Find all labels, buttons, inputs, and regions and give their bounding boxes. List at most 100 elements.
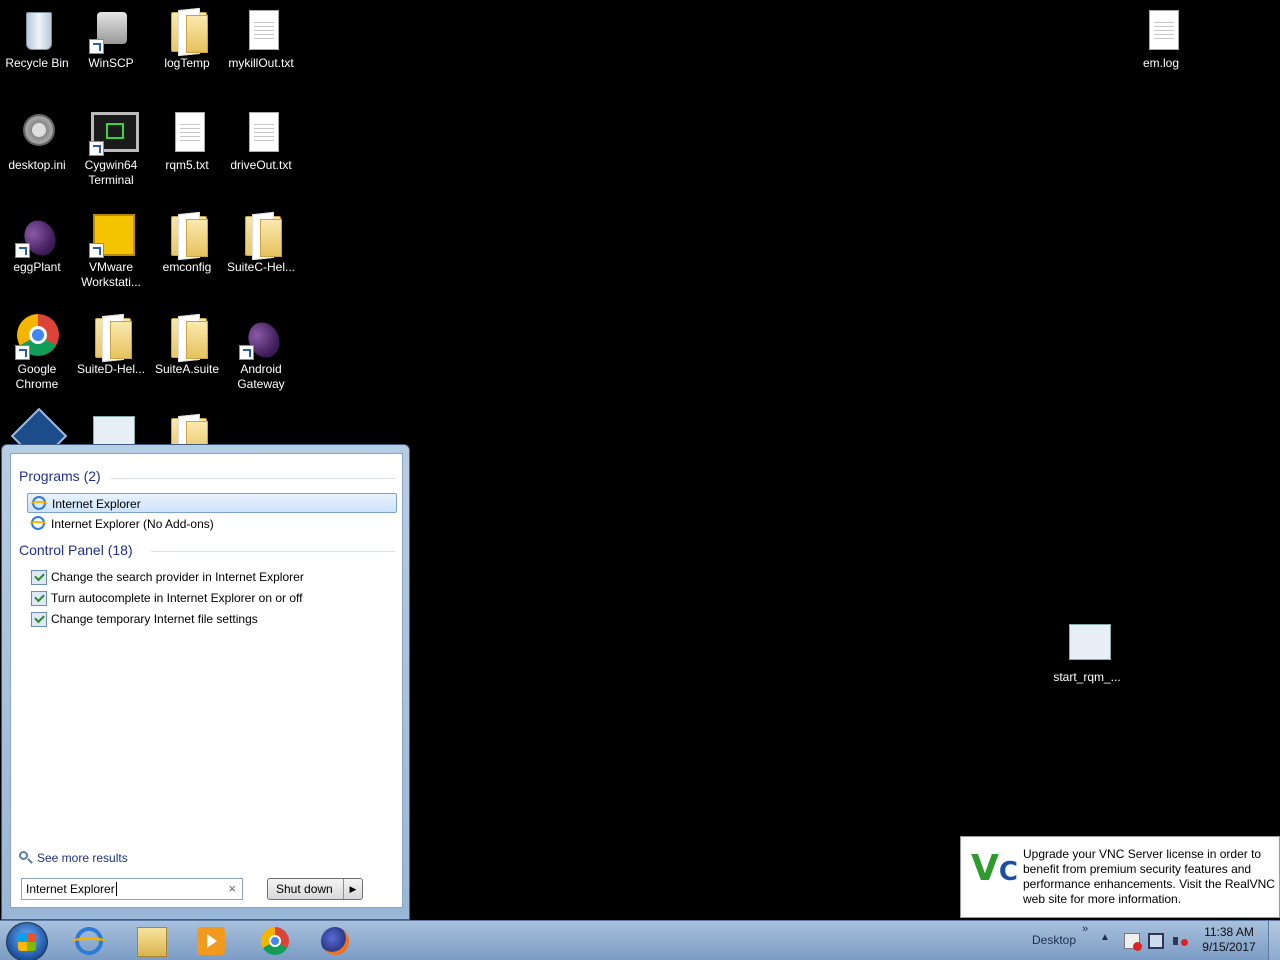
show-hidden-icons-icon[interactable]: ▲ <box>1100 932 1110 943</box>
search-value: Internet Explorer <box>26 882 115 896</box>
settings-file-icon <box>1063 620 1111 668</box>
system-clock[interactable]: 11:38 AM 9/15/2017 <box>1196 925 1262 955</box>
vnc-message: Upgrade your VNC Server license in order… <box>1023 847 1275 906</box>
control-panel-item-autocomplete[interactable]: Turn autocomplete in Internet Explorer o… <box>27 588 397 608</box>
control-panel-item-search-provider[interactable]: Change the search provider in Internet E… <box>27 567 397 587</box>
desktop-icon-label: Cygwin64 Terminal <box>84 158 138 187</box>
control-panel-label: Change temporary Internet file settings <box>51 612 258 626</box>
media-player-icon <box>197 927 225 955</box>
chrome-icon <box>13 312 61 360</box>
desktop-icon-winscp[interactable]: WinSCP <box>74 6 148 71</box>
taskbar-firefox[interactable] <box>308 923 362 959</box>
control-panel-icon <box>31 570 47 585</box>
program-label: Internet Explorer (No Add-ons) <box>51 517 214 531</box>
desktop-icon-label: SuiteC-Hel... <box>226 260 296 274</box>
control-panel-item-temp-files[interactable]: Change temporary Internet file settings <box>27 609 397 629</box>
start-menu-results: Programs (2) Internet Explorer Internet … <box>10 453 403 908</box>
eggplant-icon <box>13 210 62 261</box>
shutdown-button[interactable]: Shut down ▶ <box>267 878 363 900</box>
desktop-icon-label: Google Chrome <box>15 362 59 391</box>
folder-icon <box>87 312 135 360</box>
program-internet-explorer-no-addons[interactable]: Internet Explorer (No Add-ons) <box>27 514 397 534</box>
chrome-icon <box>261 927 289 955</box>
desktop-icon-label: driveOut.txt <box>230 158 292 172</box>
desktop-icon-label: VMware Workstati... <box>81 260 141 289</box>
see-more-results-link[interactable]: See more results <box>19 851 128 865</box>
desktop-icon-logtemp[interactable]: logTemp <box>150 6 224 71</box>
desktop-icon-label: desktop.ini <box>8 158 66 172</box>
folder-icon <box>163 6 211 54</box>
shutdown-options-arrow-icon[interactable]: ▶ <box>343 879 362 899</box>
winscp-icon <box>87 6 135 54</box>
start-menu: Programs (2) Internet Explorer Internet … <box>1 444 410 920</box>
desktop-icon-start-rqm[interactable]: start_rqm_... <box>1050 620 1124 685</box>
desktop-icon-mykillout[interactable]: mykillOut.txt <box>224 6 298 71</box>
desktop-icon-vmware[interactable]: VMware Workstati... <box>74 210 148 290</box>
network-icon[interactable] <box>1148 933 1164 949</box>
show-desktop-button[interactable] <box>1268 921 1280 960</box>
desktop-icon-android-gateway[interactable]: Android Gateway <box>224 312 298 392</box>
desktop-icon-label: eggPlant <box>13 260 61 274</box>
taskbar-media-player[interactable] <box>184 923 238 959</box>
desktop-icon-emconfig[interactable]: emconfig <box>150 210 224 275</box>
windows-logo-icon <box>18 933 36 951</box>
folder-icon <box>163 312 211 360</box>
clock-date: 9/15/2017 <box>1202 940 1256 954</box>
desktop-icon-desktop-ini[interactable]: desktop.ini <box>0 108 74 173</box>
desktop-icon-driveout[interactable]: driveOut.txt <box>224 108 298 173</box>
taskbar-internet-explorer[interactable] <box>62 923 116 959</box>
control-panel-label: Change the search provider in Internet E… <box>51 570 304 584</box>
control-panel-icon <box>31 591 47 606</box>
realvnc-logo-icon: VC <box>971 848 1018 889</box>
program-label: Internet Explorer <box>52 497 141 511</box>
desktop-icon-eggplant[interactable]: eggPlant <box>0 210 74 275</box>
see-more-label: See more results <box>37 851 128 865</box>
desktop-icon-suited[interactable]: SuiteD-Hel... <box>74 312 148 377</box>
desktop-icon-recycle-bin[interactable]: Recycle Bin <box>0 6 74 71</box>
volume-muted-icon[interactable] <box>1172 933 1188 949</box>
settings-file-icon <box>13 108 61 156</box>
text-file-icon <box>237 108 285 156</box>
desktop-icon-label: SuiteA.suite <box>154 362 220 376</box>
desktop-icon-label: SuiteD-Hel... <box>76 362 146 376</box>
desktop-icon-rqm5[interactable]: rqm5.txt <box>150 108 224 173</box>
clock-time: 11:38 AM <box>1204 925 1254 939</box>
folder-icon <box>163 210 211 258</box>
folder-icon <box>137 927 167 957</box>
desktop-toolbar-label[interactable]: Desktop <box>1032 933 1076 947</box>
start-button[interactable] <box>6 922 48 960</box>
control-panel-group-title[interactable]: Control Panel (18) <box>19 542 133 558</box>
internet-explorer-icon <box>30 496 48 510</box>
desktop-icon-cygwin[interactable]: Cygwin64 Terminal <box>74 108 148 188</box>
folder-icon <box>237 210 285 258</box>
control-panel-label: Turn autocomplete in Internet Explorer o… <box>51 591 303 605</box>
desktop-icon-label: emconfig <box>162 260 212 274</box>
taskbar: Desktop » ▲ 11:38 AM 9/15/2017 <box>0 920 1280 960</box>
desktop-icon-suitea[interactable]: SuiteA.suite <box>150 312 224 377</box>
clear-search-icon[interactable]: × <box>228 879 236 899</box>
vnc-notification[interactable]: VC Upgrade your VNC Server license in or… <box>960 836 1280 918</box>
internet-explorer-icon <box>29 516 47 530</box>
action-center-icon[interactable] <box>1124 933 1142 951</box>
taskbar-google-chrome[interactable] <box>248 923 302 959</box>
firefox-icon <box>321 927 349 955</box>
desktop-icon-label: mykillOut.txt <box>228 56 294 70</box>
internet-explorer-icon <box>71 927 107 955</box>
toolbar-chevron-icon[interactable]: » <box>1082 923 1088 935</box>
desktop-icon-label: logTemp <box>164 56 210 70</box>
desktop-icon-em-log[interactable]: em.log <box>1124 6 1198 71</box>
taskbar-windows-explorer[interactable] <box>124 923 178 959</box>
search-icon <box>19 851 28 860</box>
start-search-input[interactable]: Internet Explorer × <box>21 878 243 900</box>
desktop-icon-label: Recycle Bin <box>5 56 69 70</box>
desktop-icon-label: start_rqm_... <box>1053 670 1121 684</box>
desktop-icon-suitec[interactable]: SuiteC-Hel... <box>224 210 298 275</box>
programs-group-title[interactable]: Programs (2) <box>19 468 101 484</box>
divider <box>111 478 395 479</box>
desktop-icon-label: rqm5.txt <box>165 158 209 172</box>
vmware-icon <box>87 210 135 258</box>
desktop-icon-google-chrome[interactable]: Google Chrome <box>0 312 74 392</box>
program-internet-explorer[interactable]: Internet Explorer <box>27 493 397 513</box>
divider <box>151 551 395 552</box>
shutdown-label: Shut down <box>276 882 333 896</box>
